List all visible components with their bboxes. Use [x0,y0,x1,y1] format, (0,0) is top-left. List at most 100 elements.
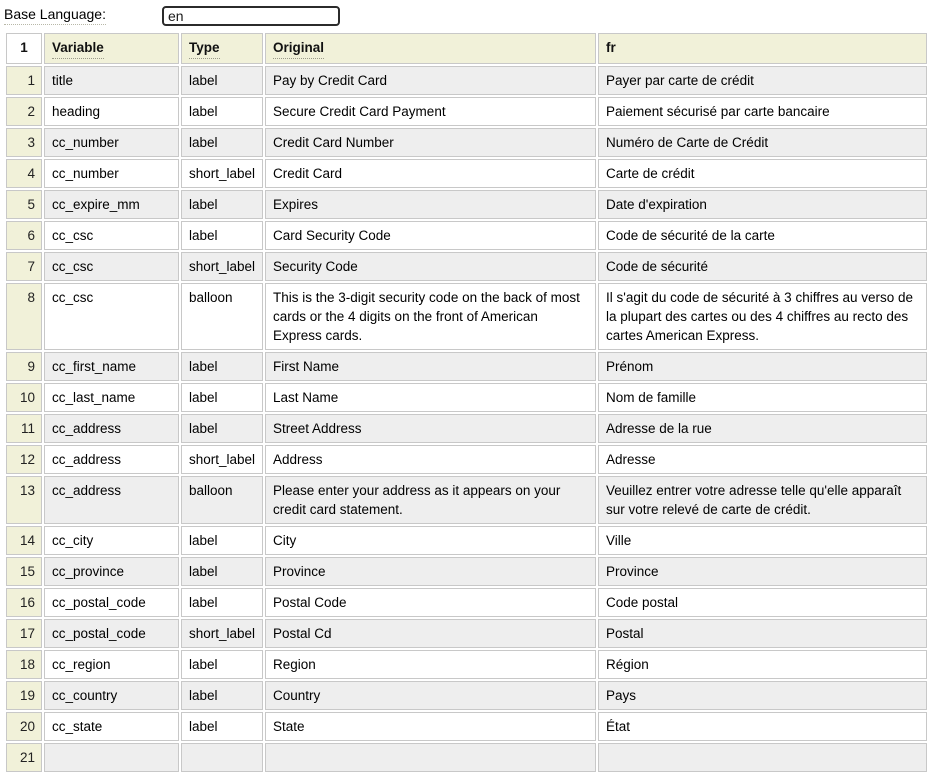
string-type-cell[interactable]: short_label [181,252,263,281]
variable-name-cell[interactable]: cc_last_name [44,383,179,412]
table-row[interactable]: 2headinglabelSecure Credit Card PaymentP… [6,97,927,126]
original-text-cell[interactable]: First Name [265,352,596,381]
original-text-cell[interactable]: Street Address [265,414,596,443]
original-text-cell[interactable]: Last Name [265,383,596,412]
translation-cell[interactable]: Paiement sécurisé par carte bancaire [598,97,927,126]
string-type-cell[interactable]: label [181,221,263,250]
table-row[interactable]: 16cc_postal_codelabelPostal CodeCode pos… [6,588,927,617]
table-row[interactable]: 11cc_addresslabelStreet AddressAdresse d… [6,414,927,443]
string-type-cell[interactable]: label [181,588,263,617]
original-text-cell[interactable]: Credit Card Number [265,128,596,157]
string-type-cell[interactable]: balloon [181,283,263,350]
variable-name-cell[interactable]: cc_address [44,476,179,524]
string-type-cell[interactable] [181,743,263,772]
original-text-cell[interactable] [265,743,596,772]
string-type-cell[interactable]: label [181,557,263,586]
original-text-cell[interactable]: Postal Cd [265,619,596,648]
translation-cell[interactable]: Code postal [598,588,927,617]
variable-name-cell[interactable]: cc_state [44,712,179,741]
translation-cell[interactable]: Prénom [598,352,927,381]
variable-name-cell[interactable]: heading [44,97,179,126]
table-row[interactable]: 7cc_cscshort_labelSecurity CodeCode de s… [6,252,927,281]
original-text-cell[interactable]: Security Code [265,252,596,281]
original-text-cell[interactable]: Expires [265,190,596,219]
translation-cell[interactable]: État [598,712,927,741]
string-type-cell[interactable]: balloon [181,476,263,524]
table-row[interactable]: 18cc_regionlabelRegionRégion [6,650,927,679]
base-language-input[interactable] [162,6,340,26]
original-text-cell[interactable]: Country [265,681,596,710]
translation-cell[interactable]: Ville [598,526,927,555]
string-type-cell[interactable]: label [181,128,263,157]
table-row[interactable]: 8cc_cscballoonThis is the 3-digit securi… [6,283,927,350]
table-row[interactable]: 21 [6,743,927,772]
table-row[interactable]: 10cc_last_namelabelLast NameNom de famil… [6,383,927,412]
original-text-cell[interactable]: Province [265,557,596,586]
original-text-cell[interactable]: Please enter your address as it appears … [265,476,596,524]
original-text-cell[interactable]: State [265,712,596,741]
table-row[interactable]: 15cc_provincelabelProvinceProvince [6,557,927,586]
translation-cell[interactable]: Payer par carte de crédit [598,66,927,95]
column-header-variable[interactable]: Variable [44,33,179,64]
variable-name-cell[interactable]: cc_postal_code [44,619,179,648]
variable-name-cell[interactable]: title [44,66,179,95]
table-row[interactable]: 14cc_citylabelCityVille [6,526,927,555]
original-text-cell[interactable]: Address [265,445,596,474]
variable-name-cell[interactable]: cc_address [44,414,179,443]
original-text-cell[interactable]: Secure Credit Card Payment [265,97,596,126]
variable-name-cell[interactable]: cc_province [44,557,179,586]
column-header-type[interactable]: Type [181,33,263,64]
translation-cell[interactable]: Pays [598,681,927,710]
original-text-cell[interactable]: Credit Card [265,159,596,188]
string-type-cell[interactable]: label [181,414,263,443]
variable-name-cell[interactable]: cc_csc [44,252,179,281]
original-text-cell[interactable]: City [265,526,596,555]
variable-name-cell[interactable] [44,743,179,772]
translation-cell[interactable]: Code de sécurité de la carte [598,221,927,250]
variable-name-cell[interactable]: cc_region [44,650,179,679]
original-text-cell[interactable]: Region [265,650,596,679]
table-row[interactable]: 13cc_addressballoonPlease enter your add… [6,476,927,524]
translation-cell[interactable]: Date d'expiration [598,190,927,219]
variable-name-cell[interactable]: cc_first_name [44,352,179,381]
translation-cell[interactable]: Veuillez entrer votre adresse telle qu'e… [598,476,927,524]
string-type-cell[interactable]: label [181,526,263,555]
table-row[interactable]: 12cc_addressshort_labelAddressAdresse [6,445,927,474]
translation-cell[interactable]: Adresse de la rue [598,414,927,443]
string-type-cell[interactable]: short_label [181,445,263,474]
variable-name-cell[interactable]: cc_city [44,526,179,555]
variable-name-cell[interactable]: cc_csc [44,221,179,250]
string-type-cell[interactable]: label [181,66,263,95]
table-row[interactable]: 20cc_statelabelStateÉtat [6,712,927,741]
translation-cell[interactable]: Numéro de Carte de Crédit [598,128,927,157]
string-type-cell[interactable]: label [181,383,263,412]
table-row[interactable]: 3cc_numberlabelCredit Card NumberNuméro … [6,128,927,157]
variable-name-cell[interactable]: cc_csc [44,283,179,350]
table-row[interactable]: 17cc_postal_codeshort_labelPostal CdPost… [6,619,927,648]
translation-cell[interactable]: Carte de crédit [598,159,927,188]
table-row[interactable]: 6cc_csclabelCard Security CodeCode de sé… [6,221,927,250]
translation-cell[interactable]: Province [598,557,927,586]
variable-name-cell[interactable]: cc_number [44,159,179,188]
table-row[interactable]: 9cc_first_namelabelFirst NamePrénom [6,352,927,381]
string-type-cell[interactable]: label [181,352,263,381]
translation-cell[interactable]: Il s'agit du code de sécurité à 3 chiffr… [598,283,927,350]
string-type-cell[interactable]: label [181,190,263,219]
translation-cell[interactable]: Région [598,650,927,679]
table-row[interactable]: 1titlelabelPay by Credit CardPayer par c… [6,66,927,95]
variable-name-cell[interactable]: cc_expire_mm [44,190,179,219]
string-type-cell[interactable]: label [181,681,263,710]
column-header-target-fr[interactable]: fr [598,33,927,64]
variable-name-cell[interactable]: cc_address [44,445,179,474]
original-text-cell[interactable]: Postal Code [265,588,596,617]
string-type-cell[interactable]: label [181,97,263,126]
translation-cell[interactable] [598,743,927,772]
variable-name-cell[interactable]: cc_country [44,681,179,710]
string-type-cell[interactable]: label [181,712,263,741]
translation-cell[interactable]: Code de sécurité [598,252,927,281]
string-type-cell[interactable]: label [181,650,263,679]
original-text-cell[interactable]: Card Security Code [265,221,596,250]
translation-cell[interactable]: Nom de famille [598,383,927,412]
original-text-cell[interactable]: This is the 3-digit security code on the… [265,283,596,350]
page-number-header[interactable]: 1 [6,33,42,64]
